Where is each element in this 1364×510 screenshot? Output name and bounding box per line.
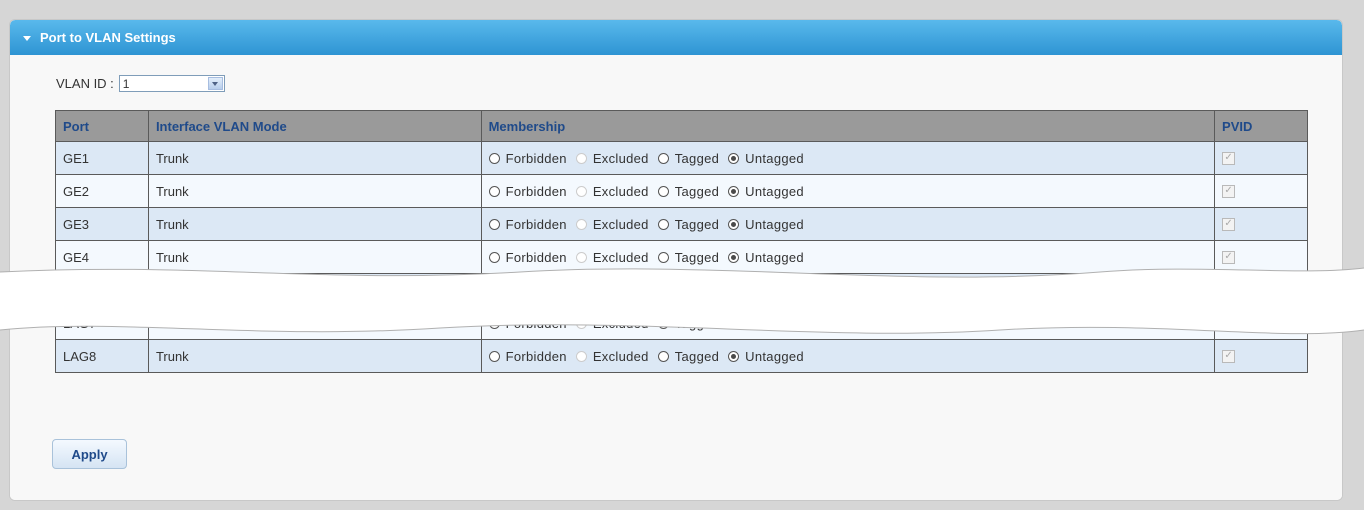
membership-option-label: Excluded: [592, 150, 649, 166]
membership-option-label: Untagged: [745, 216, 804, 232]
header-mode: Interface VLAN Mode: [147, 110, 482, 142]
chevron-down-icon[interactable]: [207, 77, 223, 90]
membership-option-label: Tagged: [674, 150, 720, 166]
membership-option-forbidden[interactable]: Forbidden: [488, 183, 567, 199]
pvid-checkbox: ✓: [1222, 184, 1236, 198]
membership-option-label: Tagged: [674, 216, 720, 232]
radio-button-icon: [575, 185, 587, 197]
port-cell: GE1: [55, 141, 149, 175]
radio-button-icon[interactable]: [657, 185, 669, 197]
membership-option-untagged[interactable]: Untagged: [728, 184, 804, 199]
membership-option-excluded: Excluded: [575, 216, 649, 232]
membership-option-label: Forbidden: [505, 150, 567, 166]
membership-option-forbidden[interactable]: Forbidden: [488, 348, 567, 364]
membership-option-label: Tagged: [674, 348, 720, 364]
apply-button[interactable]: Apply: [52, 439, 127, 469]
membership-option-label: Excluded: [592, 183, 649, 199]
radio-button-icon[interactable]: [657, 350, 669, 362]
membership-option-excluded: Excluded: [575, 348, 649, 364]
pvid-checkbox: ✓: [1222, 217, 1236, 231]
torn-page-break: [0, 267, 1364, 335]
membership-option-forbidden[interactable]: Forbidden: [488, 150, 567, 166]
radio-button-icon: [575, 350, 587, 362]
radio-button-icon[interactable]: [488, 350, 500, 362]
membership-option-excluded: Excluded: [575, 150, 649, 166]
vlan-id-label: VLAN ID :: [56, 76, 114, 91]
header-membership: Membership: [480, 110, 1216, 142]
table-row: GE3 Trunk Forbidden Excluded Tagged Untagged ✓: [55, 207, 1308, 241]
panel-header[interactable]: Port to VLAN Settings: [10, 20, 1342, 55]
membership-cell: Forbidden Excluded Tagged Untagged: [480, 207, 1216, 241]
port-cell: LAG8: [55, 339, 149, 373]
radio-button-icon[interactable]: [488, 218, 500, 230]
membership-option-label: Excluded: [592, 216, 649, 232]
table-row: GE1 Trunk Forbidden Excluded Tagged Untagged ✓: [55, 141, 1308, 175]
pvid-cell: ✓: [1214, 174, 1308, 208]
mode-cell: Trunk: [147, 174, 482, 208]
mode-cell: Trunk: [147, 207, 482, 241]
membership-cell: Forbidden Excluded Tagged Untagged: [480, 174, 1216, 208]
port-cell: GE3: [55, 207, 149, 241]
radio-button-icon[interactable]: [657, 152, 669, 164]
membership-cell: Forbidden Excluded Tagged Untagged: [480, 141, 1216, 175]
table-row: LAG8 Trunk Forbidden Excluded Tagged Untagged…: [55, 339, 1308, 373]
membership-option-excluded: Excluded: [575, 183, 649, 199]
radio-button-icon: [575, 152, 587, 164]
vlan-id-value: 1: [122, 76, 130, 91]
header-pvid: PVID: [1214, 110, 1308, 142]
pvid-checkbox: ✓: [1222, 349, 1236, 363]
membership-option-untagged[interactable]: Untagged: [728, 151, 804, 166]
pvid-checkbox: ✓: [1222, 151, 1236, 165]
radio-button-icon[interactable]: [657, 218, 669, 230]
radio-button-icon[interactable]: [728, 218, 740, 230]
port-cell: GE2: [55, 174, 149, 208]
panel-title: Port to VLAN Settings: [40, 30, 176, 45]
membership-option-label: Forbidden: [505, 183, 567, 199]
radio-button-icon[interactable]: [728, 185, 740, 197]
pvid-cell: ✓: [1214, 207, 1308, 241]
pvid-cell: ✓: [1214, 141, 1308, 175]
membership-option-label: Tagged: [674, 183, 720, 199]
membership-option-tagged[interactable]: Tagged: [657, 183, 720, 199]
membership-option-label: Untagged: [745, 348, 804, 364]
membership-option-untagged[interactable]: Untagged: [728, 217, 804, 232]
membership-option-forbidden[interactable]: Forbidden: [488, 216, 567, 232]
vlan-id-row: VLAN ID : 1: [56, 75, 225, 92]
membership-option-tagged[interactable]: Tagged: [657, 216, 720, 232]
membership-option-label: Untagged: [745, 150, 804, 166]
membership-cell: Forbidden Excluded Tagged Untagged: [480, 339, 1216, 373]
mode-cell: Trunk: [147, 141, 482, 175]
membership-option-label: Excluded: [592, 348, 649, 364]
table-row: GE2 Trunk Forbidden Excluded Tagged Untagged ✓: [55, 174, 1308, 208]
membership-option-label: Forbidden: [505, 216, 567, 232]
table-header-row: Port Interface VLAN Mode Membership PVID: [55, 110, 1308, 142]
radio-button-icon[interactable]: [488, 185, 500, 197]
radio-button-icon[interactable]: [728, 350, 740, 362]
membership-option-label: Forbidden: [505, 348, 567, 364]
radio-button-icon: [575, 218, 587, 230]
radio-button-icon[interactable]: [728, 152, 740, 164]
membership-option-tagged[interactable]: Tagged: [657, 348, 720, 364]
mode-cell: Trunk: [147, 339, 482, 373]
radio-button-icon[interactable]: [488, 152, 500, 164]
membership-option-untagged[interactable]: Untagged: [728, 349, 804, 364]
header-port: Port: [55, 110, 149, 142]
pvid-cell: ✓: [1214, 339, 1308, 373]
membership-option-label: Untagged: [745, 183, 804, 199]
membership-option-tagged[interactable]: Tagged: [657, 150, 720, 166]
collapse-triangle-icon[interactable]: [23, 35, 31, 41]
vlan-id-select[interactable]: 1: [118, 75, 225, 92]
